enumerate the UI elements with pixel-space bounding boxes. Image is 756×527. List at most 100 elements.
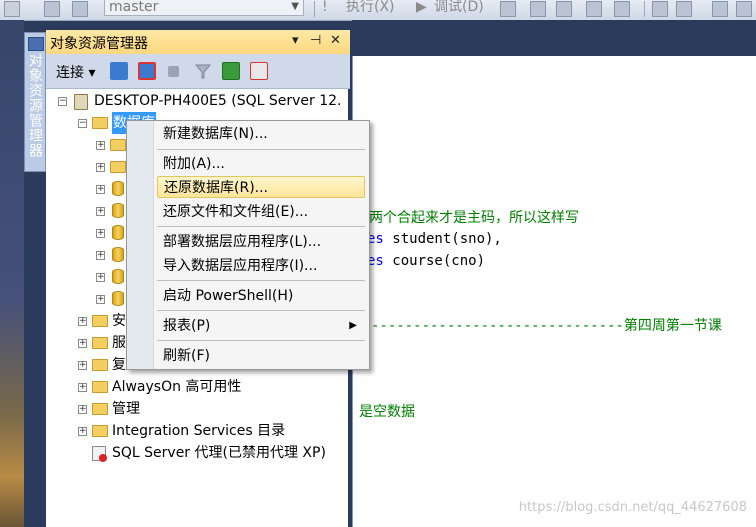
management-label: 管理 [112,401,140,417]
comment-icon[interactable] [712,1,728,17]
tree-node-database[interactable]: + [46,222,126,244]
expand-icon[interactable]: + [96,207,105,216]
expand-icon[interactable]: + [78,383,87,392]
menu-item-restore-files[interactable]: 还原文件和文件组(E)... [157,201,365,223]
explorer-icon [28,37,44,51]
menu-separator [157,310,365,311]
toolbar-icon[interactable] [44,1,60,17]
tree-node-database[interactable]: + [46,244,126,266]
outdent-icon[interactable] [676,1,692,17]
tree-node-management[interactable]: + 管理 [46,398,246,420]
tree-node-database[interactable]: + [46,288,126,310]
server-icon [74,94,88,110]
menu-separator [157,280,365,281]
expand-icon[interactable]: + [96,185,105,194]
expand-icon[interactable]: + [96,229,105,238]
expand-icon[interactable]: + [96,163,105,172]
menu-item-label: 刷新(F) [163,348,210,364]
disabled-badge-icon [99,454,107,462]
database-icon [112,203,124,218]
alwayson-label: AlwaysOn 高可用性 [112,379,242,395]
editor-tab-strip [352,20,756,52]
filter-icon[interactable] [194,62,212,80]
pin-icon[interactable]: ⊣ [310,33,321,48]
tree-node-database[interactable]: + [46,266,126,288]
server-objects-label: 服 [112,335,126,351]
database-icon [112,291,124,306]
tree-node-database[interactable]: + [46,178,126,200]
dropdown-icon[interactable]: ▾ [292,33,299,48]
expand-icon[interactable]: + [96,273,105,282]
object-explorer-titlebar: 对象资源管理器 ▾ ⊣ ✕ [46,30,350,55]
disconnect-icon[interactable] [138,62,156,80]
results-icon[interactable] [586,1,602,17]
execute-icon[interactable]: ! [322,0,328,17]
menu-item-label: 启动 PowerShell(H) [163,288,294,304]
code-comment-line: 是空数据 [359,404,415,420]
tree-node-integration-services[interactable]: + Integration Services 目录 [46,420,346,442]
menu-item-refresh[interactable]: 刷新(F) [157,345,365,367]
menu-item-new-database[interactable]: 新建数据库(N)... [157,123,365,145]
database-icon [112,225,124,240]
expand-icon[interactable]: + [78,427,87,436]
database-select-value: master [109,0,159,15]
menu-item-restore-database[interactable]: 还原数据库(R)... [157,176,365,198]
tree-node-database[interactable]: + [46,200,126,222]
tree-node-snapshots[interactable]: + [46,156,126,178]
folder-icon [92,425,108,437]
tree-node-system-databases[interactable]: + [46,134,126,156]
menu-item-reports[interactable]: 报表(P) ▶ [157,315,365,337]
expand-icon[interactable]: + [78,361,87,370]
check-icon[interactable] [530,1,546,17]
expand-icon[interactable]: + [96,141,105,150]
menu-item-deploy-data-tier[interactable]: 部署数据层应用程序(L)... [157,231,365,253]
expand-icon[interactable]: + [78,339,87,348]
menu-item-attach[interactable]: 附加(A)... [157,153,365,175]
collapse-icon[interactable]: − [58,97,67,106]
code-line: es course(cno) [367,253,485,269]
refresh-icon[interactable] [222,62,240,80]
toolbar-icon[interactable] [72,1,88,17]
sql-agent-label: SQL Server 代理(已禁用代理 XP) [112,445,326,461]
debug-button[interactable]: 调试(D) [434,0,484,17]
close-icon[interactable]: ✕ [330,33,341,48]
expand-icon[interactable]: + [96,295,105,304]
debug-icon[interactable]: ▶ [416,0,427,17]
database-select[interactable]: master ▼ [104,0,304,16]
toolbar-icon[interactable] [4,1,20,17]
collapse-icon[interactable]: − [78,119,87,128]
menu-item-start-powershell[interactable]: 启动 PowerShell(H) [157,285,365,307]
menu-item-label: 还原文件和文件组(E)... [163,204,309,220]
expand-icon[interactable]: + [78,317,87,326]
object-explorer-side-tab[interactable]: 对象资源管理器 [24,32,46,172]
connect-button[interactable]: 连接 ▾ [56,62,95,82]
query-editor[interactable]: 两个合起来才是主码，所以这样写 es student(sno), es cour… [352,56,756,527]
tree-node-sql-agent[interactable]: SQL Server 代理(已禁用代理 XP) [46,442,346,464]
security-label: 安 [112,313,126,329]
menu-item-label: 报表(P) [163,318,211,334]
toolbar-separator [644,1,645,17]
stop-icon[interactable] [500,1,516,17]
indent-icon[interactable] [652,1,668,17]
menu-separator [157,226,365,227]
expand-icon[interactable]: + [96,251,105,260]
stop-icon[interactable] [168,66,179,77]
tree-node-alwayson[interactable]: + AlwaysOn 高可用性 [46,376,306,398]
panel-title: 对象资源管理器 [50,36,148,52]
tree-node-server[interactable]: − DESKTOP-PH400E5 (SQL Server 12. [46,90,346,112]
menu-item-import-data-tier[interactable]: 导入数据层应用程序(I)... [157,255,365,277]
menu-separator [157,340,365,341]
execute-button[interactable]: 执行(X) [346,0,395,17]
folder-icon [92,381,108,393]
connect-server-icon[interactable] [110,62,128,80]
menu-item-label: 还原数据库(R)... [164,180,269,196]
toolbar-separator [314,1,315,17]
results-file-icon[interactable] [614,1,630,17]
parse-icon[interactable] [556,1,572,17]
code-line: es student(sno), [367,231,502,247]
expand-icon[interactable]: + [78,405,87,414]
context-menu: 新建数据库(N)... 附加(A)... 还原数据库(R)... 还原文件和文件… [126,120,370,370]
activity-monitor-icon[interactable] [250,62,268,80]
uncomment-icon[interactable] [736,1,752,17]
folder-icon [92,117,108,129]
